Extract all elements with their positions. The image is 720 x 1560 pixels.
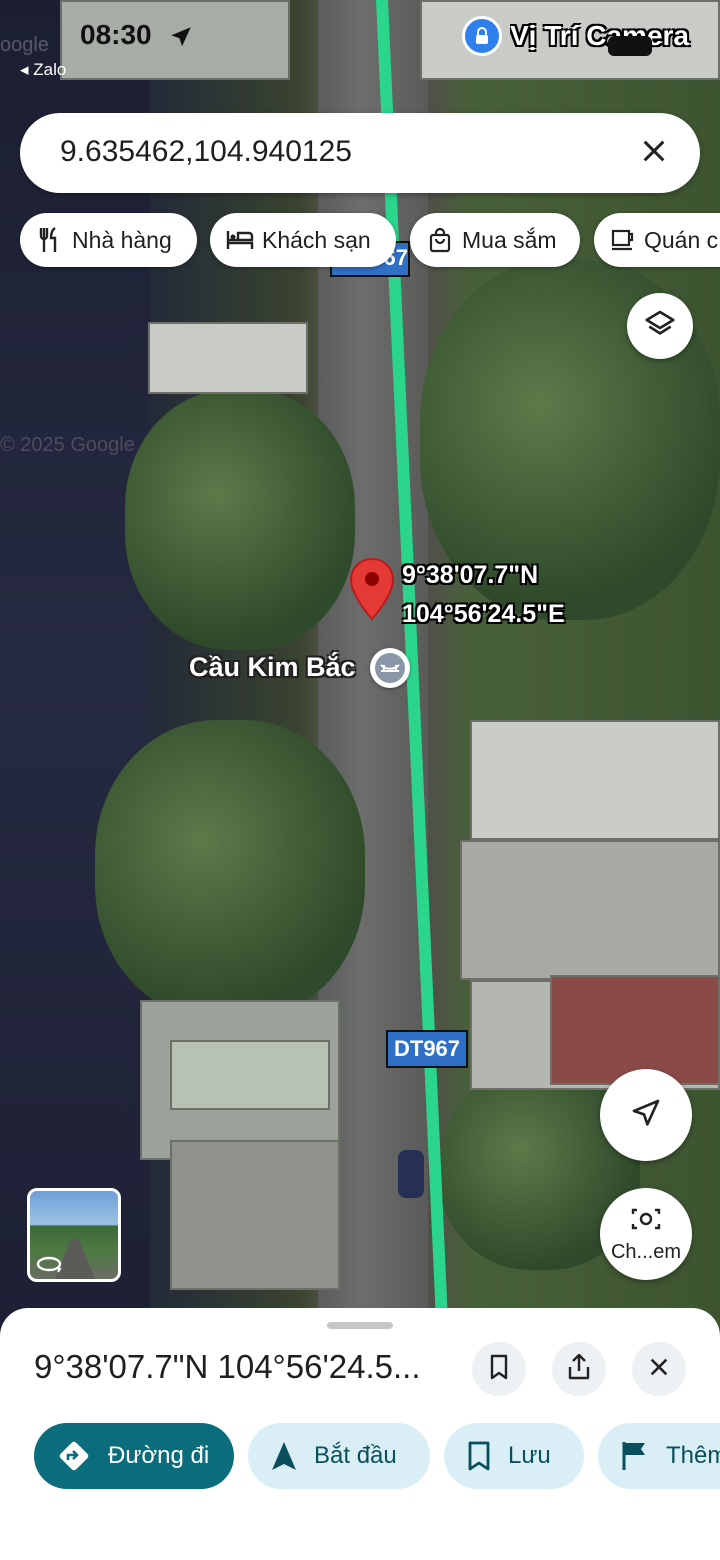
bridge-icon[interactable] (370, 648, 410, 688)
share-button[interactable] (552, 1342, 606, 1396)
building-roof (550, 975, 720, 1085)
more-button[interactable]: Thêm (598, 1423, 720, 1489)
marker-latitude: 9°38'07.7"N (402, 561, 539, 589)
search-bar[interactable]: 9.635462,104.940125 (20, 113, 700, 193)
battery-icon (608, 36, 652, 56)
camera-icon (629, 1204, 663, 1239)
my-location-button[interactable] (600, 1069, 692, 1161)
coffee-cup-icon (610, 226, 636, 254)
bed-icon (226, 226, 254, 254)
building-roof (170, 1140, 340, 1290)
camera-button-label: Ch...em (610, 1241, 682, 1263)
marker-longitude: 104°56'24.5"E (402, 600, 565, 628)
building-roof (148, 322, 308, 394)
rotate-360-icon (36, 1255, 62, 1278)
chip-restaurants[interactable]: Nhà hàng (20, 213, 197, 267)
building-roof (460, 840, 720, 980)
location-sharing-icon (462, 16, 502, 56)
bookmark-icon (488, 1354, 510, 1385)
building-roof (170, 1040, 330, 1110)
chip-shopping[interactable]: Mua sắm (410, 213, 580, 267)
building-roof (470, 720, 720, 840)
close-icon (648, 1356, 670, 1383)
drag-handle[interactable] (327, 1322, 393, 1329)
navigation-arrow-icon (270, 1440, 298, 1472)
layers-button[interactable] (627, 293, 693, 359)
action-label: Bắt đầu (314, 1442, 397, 1469)
chip-hotels[interactable]: Khách sạn (210, 213, 396, 267)
chip-cafes[interactable]: Quán c (594, 213, 720, 267)
location-pin-icon[interactable] (348, 557, 396, 626)
sheet-title: 9°38'07.7"N 104°56'24.5... (34, 1348, 421, 1385)
camera-search-button[interactable]: Ch...em (600, 1188, 692, 1280)
place-bottom-sheet[interactable]: 9°38'07.7"N 104°56'24.5... Đường đi Bắt … (0, 1308, 720, 1560)
action-label: Thêm (666, 1442, 720, 1469)
place-label[interactable]: Cầu Kim Bắc (189, 652, 356, 683)
close-icon[interactable] (634, 131, 674, 171)
action-label: Đường đi (108, 1442, 210, 1469)
navigation-arrow-icon (630, 1097, 662, 1134)
street-view-thumbnail[interactable] (27, 1188, 121, 1282)
chip-label: Khách sạn (262, 226, 371, 253)
chip-label: Nhà hàng (72, 226, 172, 253)
flag-icon (620, 1440, 650, 1472)
close-sheet-button[interactable] (632, 1342, 686, 1396)
save-button[interactable]: Lưu (444, 1423, 584, 1489)
directions-icon (56, 1438, 92, 1474)
status-time: 08:30 (80, 19, 152, 50)
shopping-bag-icon (426, 226, 454, 254)
marker-coordinates: 9°38'07.7"N 104°56'24.5"E (402, 556, 565, 634)
layers-icon (644, 308, 676, 345)
tree-cluster (125, 390, 355, 650)
share-icon (567, 1353, 591, 1386)
save-bookmark-button[interactable] (472, 1342, 526, 1396)
fork-knife-icon (36, 226, 64, 254)
chip-label: Mua sắm (462, 226, 557, 253)
action-label: Lưu (508, 1442, 551, 1469)
back-to-app[interactable]: ◂ Zalo (20, 60, 66, 80)
search-input[interactable]: 9.635462,104.940125 (60, 135, 352, 169)
bookmark-icon (466, 1440, 492, 1472)
map-watermark: © 2025 Google (0, 434, 135, 456)
river-area (0, 0, 150, 1330)
car (398, 1150, 424, 1198)
directions-button[interactable]: Đường đi (34, 1423, 234, 1489)
tree-cluster (95, 720, 365, 1020)
map-watermark-top: oogle (0, 34, 49, 56)
start-button[interactable]: Bắt đầu (248, 1423, 430, 1489)
road-sign-bottom: DT967 (386, 1030, 469, 1068)
location-arrow-icon (168, 24, 194, 55)
chip-label: Quán c (644, 226, 719, 253)
